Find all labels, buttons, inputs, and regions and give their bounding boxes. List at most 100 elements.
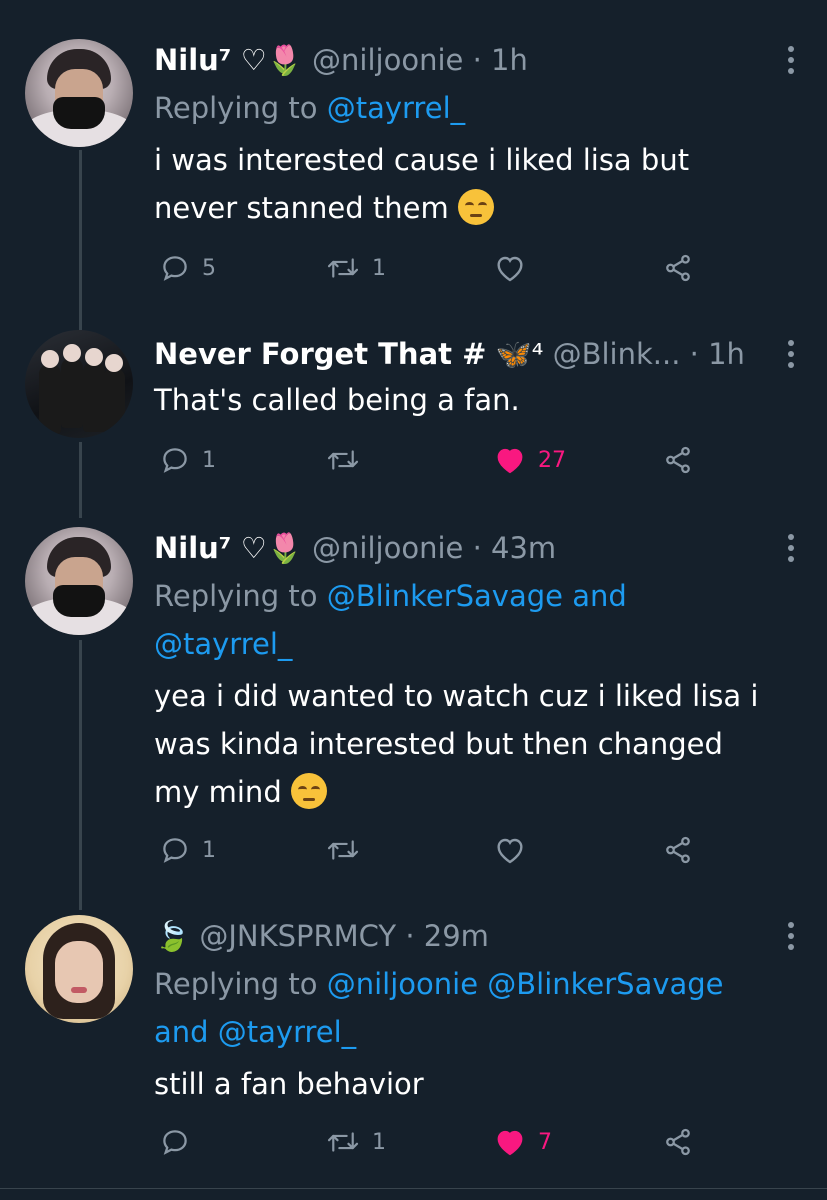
retweet-icon (327, 258, 359, 278)
tweet-text-line: was kinda interested but then changed (154, 727, 723, 761)
share-button[interactable] (662, 248, 694, 288)
avatar[interactable] (25, 527, 133, 635)
reply-button[interactable]: 1 (160, 440, 216, 480)
heart-icon (497, 256, 523, 282)
like-button[interactable] (494, 248, 526, 288)
tweet[interactable]: Never Forget That # 🦋⁴ @Blink... · 1h Th… (0, 330, 827, 500)
avatar[interactable] (25, 39, 133, 147)
display-name[interactable]: Never Forget That # (154, 337, 486, 371)
heart-filled-icon (497, 1130, 523, 1156)
replying-to: Replying to @tayrrel_ (154, 84, 794, 132)
share-button[interactable] (662, 1122, 694, 1162)
tweet[interactable]: Nilu⁷ ♡🌷 @niljoonie · 43m Replying to @B… (0, 524, 827, 884)
timestamp[interactable]: 43m (491, 531, 556, 565)
retweet-icon (327, 840, 359, 860)
reply-button[interactable]: 5 (160, 248, 216, 288)
separator-dot: · (472, 43, 482, 77)
retweet-button[interactable] (326, 440, 360, 480)
avatar[interactable] (25, 915, 133, 1023)
mention-link[interactable]: @tayrrel_ (154, 620, 794, 668)
reply-button[interactable]: 1 (160, 830, 216, 870)
tweet-text: i was interested cause i liked lisa but … (154, 136, 794, 232)
tweet-actions: 1 (154, 830, 794, 870)
avatar[interactable] (25, 330, 133, 438)
share-button[interactable] (662, 440, 694, 480)
like-count: 27 (538, 447, 566, 473)
reply-icon (163, 448, 187, 473)
heart-filled-icon (497, 448, 523, 474)
replying-to-label: Replying to (154, 967, 318, 1001)
display-name[interactable]: Nilu⁷ (154, 43, 232, 77)
name-badges: ♡🌷 (240, 43, 303, 77)
tweet-actions: 5 1 (154, 248, 794, 288)
retweet-button[interactable]: 1 (326, 248, 386, 288)
reply-count: 1 (202, 447, 216, 473)
share-icon (666, 254, 690, 282)
retweet-icon (327, 450, 359, 470)
tweet-header: Nilu⁷ ♡🌷 @niljoonie · 43m (154, 528, 556, 568)
timestamp[interactable]: 1h (491, 43, 528, 77)
timestamp[interactable]: 29m (424, 919, 489, 953)
tweet[interactable]: 🍃 @JNKSPRMCY · 29m Replying to @niljooni… (0, 912, 827, 1182)
name-badges: ♡🌷 (240, 531, 303, 565)
tweet-header: Nilu⁷ ♡🌷 @niljoonie · 1h (154, 40, 528, 80)
tweet-text-line: my mind (154, 775, 282, 809)
separator-dot: · (405, 919, 415, 953)
replying-to: Replying to @BlinkerSavage and @tayrrel_ (154, 572, 794, 668)
reply-icon (163, 1130, 187, 1155)
reply-icon (163, 256, 187, 281)
retweet-count: 1 (372, 1129, 386, 1155)
retweet-icon (327, 1132, 359, 1152)
retweet-count: 1 (372, 255, 386, 281)
tweet-text: yea i did wanted to watch cuz i liked li… (154, 672, 794, 816)
tweet-header: 🍃 @JNKSPRMCY · 29m (154, 916, 489, 956)
retweet-button[interactable] (326, 830, 360, 870)
retweet-button[interactable]: 1 (326, 1122, 386, 1162)
separator-dot: · (472, 531, 482, 565)
more-menu-icon[interactable] (781, 46, 801, 79)
share-icon (666, 1128, 690, 1156)
replying-to-label: Replying to (154, 91, 318, 125)
heart-icon (497, 838, 523, 864)
like-count: 7 (538, 1129, 552, 1155)
mention-link[interactable]: @tayrrel_ (327, 91, 465, 125)
tweet-text-line: i was interested cause i liked lisa but (154, 143, 690, 177)
share-icon (666, 836, 690, 864)
tweet-actions: 1 7 (154, 1122, 794, 1162)
tweet-text-line: yea i did wanted to watch cuz i liked li… (154, 679, 759, 713)
mention-link[interactable]: and @tayrrel_ (154, 1008, 794, 1056)
like-button[interactable]: 27 (494, 440, 566, 480)
tweet-header: Never Forget That # 🦋⁴ @Blink... · 1h (154, 334, 745, 374)
mention-link[interactable]: @BlinkerSavage and (327, 579, 627, 613)
user-handle[interactable]: @niljoonie (312, 43, 463, 77)
reply-count: 1 (202, 837, 216, 863)
replying-to-label: Replying to (154, 579, 318, 613)
reply-icon (163, 838, 187, 863)
more-menu-icon[interactable] (781, 534, 801, 567)
user-handle[interactable]: @niljoonie (312, 531, 463, 565)
user-handle[interactable]: @Blink... (553, 337, 681, 371)
tweet-actions: 1 27 (154, 440, 794, 480)
display-name[interactable]: Nilu⁷ (154, 531, 232, 565)
more-menu-icon[interactable] (781, 922, 801, 955)
tweet-text-line: still a fan behavior (154, 1067, 424, 1101)
tweet[interactable]: Nilu⁷ ♡🌷 @niljoonie · 1h Replying to @ta… (0, 0, 827, 310)
reply-count: 5 (202, 255, 216, 281)
timestamp[interactable]: 1h (708, 337, 745, 371)
share-icon (666, 446, 690, 474)
reply-button[interactable] (160, 1122, 190, 1162)
tweet-text-line: That's called being a fan. (154, 383, 520, 417)
user-handle[interactable]: @JNKSPRMCY (199, 919, 396, 953)
pensive-face-icon (290, 773, 327, 809)
share-button[interactable] (662, 830, 694, 870)
name-badges: 🍃 (154, 919, 191, 953)
like-button[interactable] (494, 830, 526, 870)
mention-link[interactable]: @niljoonie @BlinkerSavage (327, 967, 724, 1001)
more-menu-icon[interactable] (781, 340, 801, 373)
replying-to: Replying to @niljoonie @BlinkerSavage an… (154, 960, 794, 1056)
name-badges: 🦋⁴ (495, 337, 544, 371)
like-button[interactable]: 7 (494, 1122, 552, 1162)
divider (0, 1188, 827, 1189)
tweet-text: still a fan behavior (154, 1060, 794, 1108)
tweet-text: That's called being a fan. (154, 376, 794, 424)
